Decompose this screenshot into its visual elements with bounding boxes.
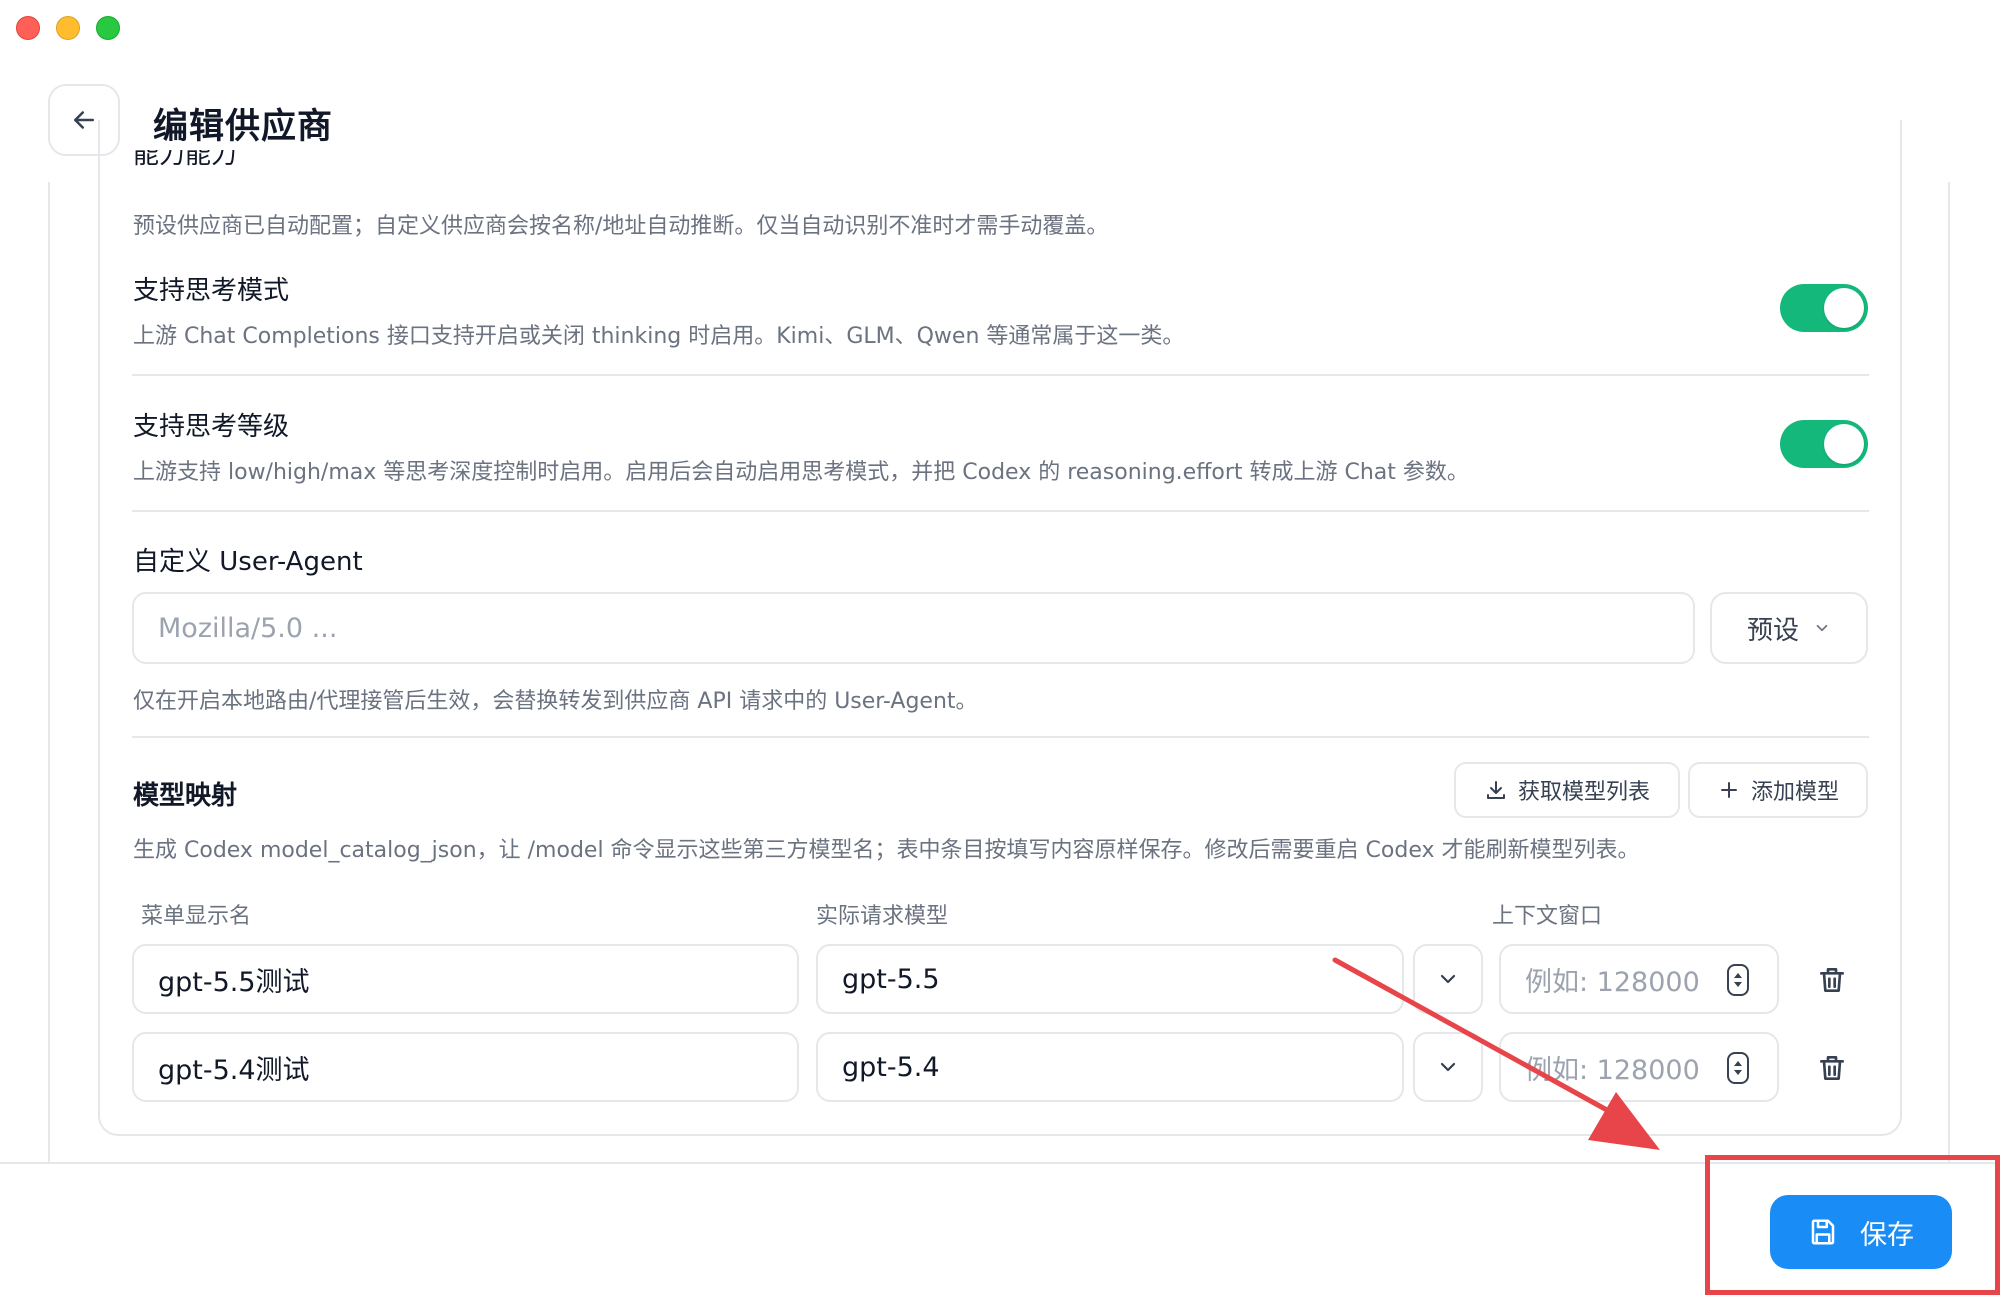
model-mapping-label: 模型映射 — [133, 781, 238, 811]
thinking-level-label: 支持思考等级 — [133, 412, 290, 442]
thinking-mode-label: 支持思考模式 — [133, 276, 290, 306]
app-window: 编辑供应商 能力能力 预设供应商已自动配置；自定义供应商会按名称/地址自动推断。… — [0, 0, 2000, 1300]
trash-icon[interactable] — [1816, 964, 1848, 996]
column-header-request-model: 实际请求模型 — [816, 904, 949, 929]
footer-divider — [0, 1162, 2000, 1164]
context-window-input[interactable]: 例如: 128000 — [1499, 944, 1779, 1014]
trash-icon[interactable] — [1816, 1052, 1848, 1084]
capabilities-desc: 预设供应商已自动配置；自定义供应商会按名称/地址自动推断。仅当自动识别不准时才需… — [133, 214, 1109, 239]
chevron-down-icon — [1440, 974, 1456, 984]
annotation-highlight-box — [1705, 1155, 2000, 1295]
user-agent-label: 自定义 User-Agent — [133, 547, 363, 577]
request-model-input[interactable]: gpt-5.5 — [816, 944, 1404, 1014]
arrow-left-icon — [74, 111, 94, 129]
window-controls — [16, 16, 120, 40]
column-header-context-window: 上下文窗口 — [1492, 904, 1603, 929]
zoom-window-button[interactable] — [96, 16, 120, 40]
capabilities-section-title: 能力能力 — [133, 150, 238, 170]
display-name-input[interactable]: gpt-5.5测试 — [132, 944, 799, 1014]
context-window-placeholder: 例如: 128000 — [1525, 1054, 1700, 1086]
display-name-input[interactable]: gpt-5.4测试 — [132, 1032, 799, 1102]
number-spinner-icon[interactable] — [1727, 1052, 1749, 1084]
request-model-dropdown[interactable] — [1413, 1032, 1483, 1102]
thinking-mode-toggle[interactable] — [1780, 284, 1868, 332]
user-agent-input[interactable]: Mozilla/5.0 ... — [132, 592, 1695, 664]
user-agent-desc: 仅在开启本地路由/代理接管后生效，会替换转发到供应商 API 请求中的 User… — [133, 689, 978, 714]
request-model-dropdown[interactable] — [1413, 944, 1483, 1014]
minimize-window-button[interactable] — [56, 16, 80, 40]
plus-icon — [1720, 782, 1737, 798]
number-spinner-icon[interactable] — [1727, 964, 1749, 996]
divider — [132, 736, 1869, 738]
column-header-display-name: 菜单显示名 — [141, 904, 252, 929]
context-window-placeholder: 例如: 128000 — [1525, 966, 1700, 998]
thinking-level-desc: 上游支持 low/high/max 等思考深度控制时启用。启用后会自动启用思考模… — [133, 460, 1469, 485]
divider — [132, 374, 1869, 376]
request-model-input[interactable]: gpt-5.4 — [816, 1032, 1404, 1102]
divider — [132, 510, 1869, 512]
model-mapping-desc: 生成 Codex model_catalog_json，让 /model 命令显… — [133, 838, 1640, 863]
toggle-knob — [1824, 288, 1864, 328]
download-icon — [1486, 781, 1505, 799]
thinking-level-toggle[interactable] — [1780, 420, 1868, 468]
chevron-down-icon — [1816, 624, 1828, 632]
thinking-mode-desc: 上游 Chat Completions 接口支持开启或关闭 thinking 时… — [133, 324, 1185, 349]
context-window-input[interactable]: 例如: 128000 — [1499, 1032, 1779, 1102]
fetch-models-button[interactable]: 获取模型列表 — [1454, 762, 1680, 818]
user-agent-preset-select[interactable]: 预设 — [1710, 592, 1868, 664]
add-model-label: 添加模型 — [1750, 780, 1839, 805]
preset-label: 预设 — [1746, 615, 1799, 646]
toggle-knob — [1824, 424, 1864, 464]
fetch-models-label: 获取模型列表 — [1517, 780, 1650, 805]
close-window-button[interactable] — [16, 16, 40, 40]
chevron-down-icon — [1440, 1062, 1456, 1072]
add-model-button[interactable]: 添加模型 — [1688, 762, 1868, 818]
